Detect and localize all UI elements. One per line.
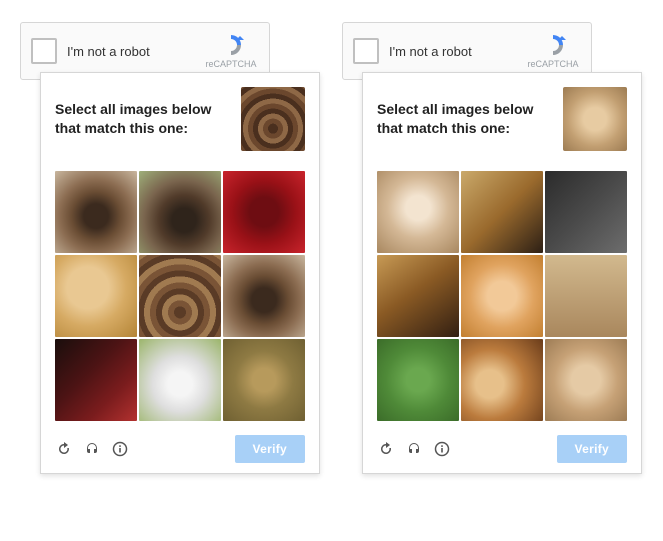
image-tile-two-guinea-pigs[interactable]	[461, 339, 543, 421]
image-orange-kitten	[461, 255, 543, 337]
image-tile-turkey-displaying-grass[interactable]	[223, 255, 305, 337]
image-turkey-displaying-autumn	[55, 171, 137, 253]
image-tabby-cat-closeup	[545, 339, 627, 421]
image-tile-dark-dog-standing[interactable]	[545, 171, 627, 253]
image-tile-tabby-cat-closeup[interactable]	[545, 339, 627, 421]
recaptcha-brand-text: reCAPTCHA	[205, 59, 256, 69]
anchor-label: I'm not a robot	[67, 44, 203, 59]
image-tile-german-shepherd-walk[interactable]	[377, 255, 459, 337]
im-not-a-robot-checkbox[interactable]	[31, 38, 57, 64]
sample-image	[241, 87, 305, 151]
anchor-label: I'm not a robot	[389, 44, 525, 59]
image-tile-dinner-rolls[interactable]	[55, 255, 137, 337]
verify-button[interactable]: Verify	[557, 435, 628, 463]
recaptcha-branding: reCAPTCHA	[203, 33, 259, 69]
image-turkey-feathers-spread	[139, 255, 221, 337]
image-tile-green-leafy-plant[interactable]	[377, 339, 459, 421]
image-dark-dog-standing	[545, 171, 627, 253]
challenge-prompt: Select all images below that match this …	[55, 100, 241, 138]
image-tile-white-turkey[interactable]	[139, 339, 221, 421]
image-wine-and-cranberries	[55, 339, 137, 421]
image-white-turkey	[139, 339, 221, 421]
prompt-line-1: Select all images below	[377, 101, 533, 117]
reload-icon[interactable]	[377, 440, 395, 458]
image-green-leafy-plant	[377, 339, 459, 421]
image-tile-tabby-cat-lying[interactable]	[545, 255, 627, 337]
image-tile-wine-and-cranberries[interactable]	[55, 339, 137, 421]
image-dinner-rolls	[55, 255, 137, 337]
audio-icon[interactable]	[83, 440, 101, 458]
image-german-shepherd-stand	[461, 171, 543, 253]
recaptcha-logo-icon	[539, 33, 567, 57]
challenge-prompt: Select all images below that match this …	[377, 100, 563, 138]
image-cranberry-sauce-bowl	[223, 171, 305, 253]
image-grid	[377, 171, 627, 421]
image-tabby-cat-lying	[545, 255, 627, 337]
image-tile-turkey-in-field[interactable]	[139, 171, 221, 253]
reload-icon[interactable]	[55, 440, 73, 458]
image-tile-turkey-displaying-autumn[interactable]	[55, 171, 137, 253]
image-kitten-paws-up	[377, 171, 459, 253]
sample-image	[563, 87, 627, 151]
prompt-line-2: that match this one:	[377, 120, 510, 136]
recaptcha-brand-text: reCAPTCHA	[527, 59, 578, 69]
image-two-guinea-pigs	[461, 339, 543, 421]
recaptcha-logo-icon	[217, 33, 245, 57]
image-tile-turkey-feathers-spread[interactable]	[139, 255, 221, 337]
prompt-line-1: Select all images below	[55, 101, 211, 117]
image-tile-kitten-paws-up[interactable]	[377, 171, 459, 253]
verify-button[interactable]: Verify	[235, 435, 306, 463]
image-tile-stuffing-dish[interactable]	[223, 339, 305, 421]
recaptcha-branding: reCAPTCHA	[525, 33, 581, 69]
image-tile-german-shepherd-stand[interactable]	[461, 171, 543, 253]
audio-icon[interactable]	[405, 440, 423, 458]
image-turkey-in-field	[139, 171, 221, 253]
prompt-line-2: that match this one:	[55, 120, 188, 136]
info-icon[interactable]	[111, 440, 129, 458]
recaptcha-challenge: Select all images below that match this …	[40, 72, 320, 474]
im-not-a-robot-checkbox[interactable]	[353, 38, 379, 64]
recaptcha-challenge: Select all images below that match this …	[362, 72, 642, 474]
image-grid	[55, 171, 305, 421]
image-tile-orange-kitten[interactable]	[461, 255, 543, 337]
info-icon[interactable]	[433, 440, 451, 458]
image-turkey-displaying-grass	[223, 255, 305, 337]
image-tile-cranberry-sauce-bowl[interactable]	[223, 171, 305, 253]
image-german-shepherd-walk	[377, 255, 459, 337]
image-stuffing-dish	[223, 339, 305, 421]
